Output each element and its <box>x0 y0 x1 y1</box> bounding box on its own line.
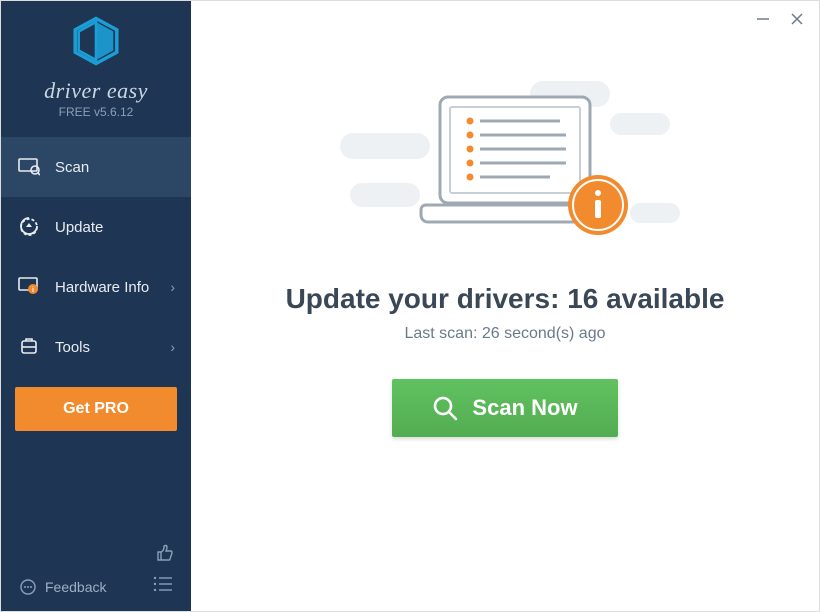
main-content: Update your drivers: 16 available Last s… <box>191 1 819 611</box>
brand-version: FREE v5.6.12 <box>1 105 191 119</box>
get-pro-button[interactable]: Get PRO <box>15 387 177 431</box>
nav-scan-label: Scan <box>55 159 175 176</box>
footer-icons <box>1 537 191 568</box>
nav: Scan Update i Hardware Info › Tools <box>1 137 191 377</box>
brand-name: driver easy <box>1 78 191 104</box>
nav-update[interactable]: Update <box>1 197 191 257</box>
content-area: Update your drivers: 16 available Last s… <box>191 1 819 611</box>
feedback-label: Feedback <box>45 579 106 595</box>
hardware-icon: i <box>17 275 41 299</box>
minimize-button[interactable] <box>755 11 771 27</box>
scan-icon <box>17 155 41 179</box>
get-pro-label: Get PRO <box>63 400 129 418</box>
nav-hardware-label: Hardware Info <box>55 279 170 296</box>
nav-update-label: Update <box>55 219 175 236</box>
chevron-right-icon: › <box>170 339 175 355</box>
nav-scan[interactable]: Scan <box>1 137 191 197</box>
app-window: driver easy FREE v5.6.12 Scan Update i <box>0 0 820 612</box>
list-icon[interactable] <box>153 576 173 597</box>
close-button[interactable] <box>789 11 805 27</box>
nav-tools-label: Tools <box>55 339 170 356</box>
tools-icon <box>17 335 41 359</box>
nav-tools[interactable]: Tools › <box>1 317 191 377</box>
scan-now-button[interactable]: Scan Now <box>392 379 617 437</box>
update-icon <box>17 215 41 239</box>
headline-text: Update your drivers: 16 available <box>286 283 725 315</box>
logo-icon <box>70 15 122 67</box>
window-controls <box>755 11 805 27</box>
logo-area: driver easy FREE v5.6.12 <box>1 1 191 131</box>
search-icon <box>432 395 458 421</box>
chevron-right-icon: › <box>170 279 175 295</box>
sidebar: driver easy FREE v5.6.12 Scan Update i <box>1 1 191 611</box>
svg-text:i: i <box>32 287 34 294</box>
chat-icon <box>19 578 37 596</box>
laptop-illustration <box>350 73 660 253</box>
last-scan-text: Last scan: 26 second(s) ago <box>404 325 605 343</box>
scan-now-label: Scan Now <box>472 395 577 421</box>
feedback-button[interactable]: Feedback <box>19 578 106 596</box>
nav-hardware[interactable]: i Hardware Info › <box>1 257 191 317</box>
thumbs-up-icon[interactable] <box>155 543 175 568</box>
